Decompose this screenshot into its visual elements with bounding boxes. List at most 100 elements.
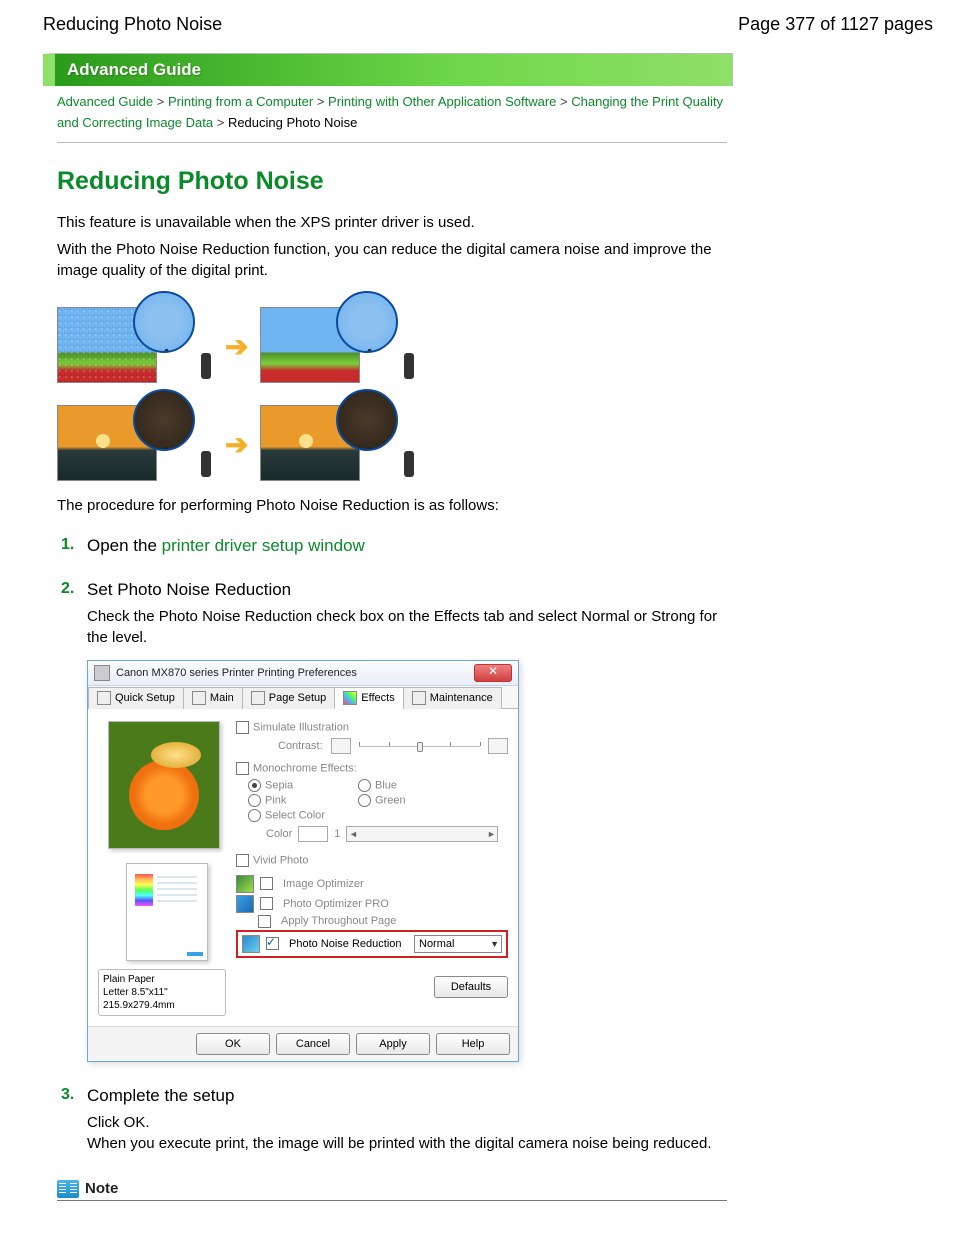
- apply-throughout-checkbox[interactable]: [258, 915, 271, 928]
- help-button[interactable]: Help: [436, 1033, 510, 1055]
- breadcrumb-sep: >: [560, 94, 568, 109]
- illustration-block: ➔ ➔: [57, 291, 727, 481]
- monochrome-effects-label: Monochrome Effects:: [253, 762, 357, 774]
- procedure-intro: The procedure for performing Photo Noise…: [57, 495, 727, 516]
- contrast-dark-icon: [331, 738, 351, 754]
- simulate-illustration-checkbox[interactable]: [236, 721, 249, 734]
- step-number: 3.: [61, 1086, 74, 1104]
- radio-green[interactable]: [358, 794, 371, 807]
- color-label: Color: [266, 828, 292, 840]
- paper-type: Plain Paper: [103, 973, 221, 986]
- illus-magnifier-icon: [336, 291, 398, 353]
- tab-page-setup[interactable]: Page Setup: [242, 687, 336, 709]
- arrow-icon: ➔: [225, 428, 248, 461]
- defaults-button[interactable]: Defaults: [434, 976, 508, 998]
- page-title: Reducing Photo Noise: [57, 167, 727, 196]
- radio-sepia[interactable]: [248, 779, 261, 792]
- illus-magnifier-icon: [133, 389, 195, 451]
- noise-level-value: Normal: [419, 938, 454, 950]
- note-label: Note: [85, 1180, 118, 1197]
- radio-blue[interactable]: [358, 779, 371, 792]
- tab-icon: [343, 691, 357, 705]
- paper-size: Letter 8.5"x11" 215.9x279.4mm: [103, 986, 221, 1012]
- breadcrumb-current: Reducing Photo Noise: [228, 115, 357, 130]
- image-optimizer-icon: [236, 875, 254, 893]
- intro-paragraph-2: With the Photo Noise Reduction function,…: [57, 239, 727, 281]
- intro-paragraph-1: This feature is unavailable when the XPS…: [57, 212, 727, 233]
- note-heading: Note: [57, 1178, 727, 1201]
- dialog-tabs: Quick Setup Main Page Setup Effects Main…: [88, 686, 518, 709]
- radio-pink-label: Pink: [265, 794, 286, 806]
- printer-driver-setup-link[interactable]: printer driver setup window: [162, 536, 365, 555]
- step-2: 2. Set Photo Noise Reduction Check the P…: [57, 580, 727, 1062]
- illus-handle-icon: [201, 451, 213, 481]
- tab-main[interactable]: Main: [183, 687, 243, 709]
- color-scrollbar[interactable]: ◄ ►: [346, 826, 498, 842]
- cancel-button[interactable]: Cancel: [276, 1033, 350, 1055]
- note-icon: [57, 1180, 79, 1198]
- printer-preferences-dialog: Canon MX870 series Printer Printing Pref…: [87, 660, 519, 1062]
- radio-sepia-label: Sepia: [265, 779, 293, 791]
- advanced-guide-banner: Advanced Guide: [43, 53, 733, 86]
- scroll-right-icon[interactable]: ►: [485, 829, 497, 839]
- ok-button[interactable]: OK: [196, 1033, 270, 1055]
- tab-icon: [412, 691, 426, 705]
- apply-button[interactable]: Apply: [356, 1033, 430, 1055]
- contrast-slider[interactable]: [359, 739, 480, 753]
- page-header-title: Reducing Photo Noise: [43, 14, 222, 35]
- illus-magnifier-icon: [336, 389, 398, 451]
- step-3-body-2: When you execute print, the image will b…: [87, 1133, 727, 1154]
- vivid-photo-checkbox[interactable]: [236, 854, 249, 867]
- tab-icon: [251, 691, 265, 705]
- tab-maintenance[interactable]: Maintenance: [403, 687, 502, 709]
- breadcrumb-link-printing-computer[interactable]: Printing from a Computer: [168, 94, 313, 109]
- photo-optimizer-checkbox[interactable]: [260, 897, 273, 910]
- photo-optimizer-icon: [236, 895, 254, 913]
- illus-handle-icon: [201, 353, 213, 383]
- illus-handle-icon: [404, 451, 416, 481]
- step-2-body: Check the Photo Noise Reduction check bo…: [87, 606, 727, 648]
- color-value: 1: [334, 828, 340, 840]
- scroll-left-icon[interactable]: ◄: [347, 829, 359, 839]
- step-1: 1. Open the printer driver setup window: [57, 536, 727, 556]
- radio-select-color[interactable]: [248, 809, 261, 822]
- preview-photo: [108, 721, 220, 849]
- color-swatch[interactable]: [298, 826, 328, 842]
- preview-page: [126, 863, 208, 961]
- illus-magnifier-icon: [133, 291, 195, 353]
- radio-green-label: Green: [375, 794, 406, 806]
- printer-icon: [94, 665, 110, 681]
- photo-noise-label: Photo Noise Reduction: [289, 938, 402, 950]
- step-2-title: Set Photo Noise Reduction: [87, 580, 727, 600]
- step-3: 3. Complete the setup Click OK. When you…: [57, 1086, 727, 1154]
- contrast-light-icon: [488, 738, 508, 754]
- step-1-prefix: Open the: [87, 536, 162, 555]
- vivid-photo-label: Vivid Photo: [253, 854, 308, 866]
- breadcrumb-sep: >: [157, 94, 165, 109]
- tab-icon: [97, 691, 111, 705]
- photo-optimizer-label: Photo Optimizer PRO: [283, 898, 389, 910]
- photo-noise-checkbox[interactable]: [266, 937, 279, 950]
- radio-pink[interactable]: [248, 794, 261, 807]
- monochrome-effects-checkbox[interactable]: [236, 762, 249, 775]
- breadcrumb: Advanced Guide > Printing from a Compute…: [57, 86, 727, 143]
- simulate-illustration-label: Simulate Illustration: [253, 721, 349, 733]
- page-header-count: Page 377 of 1127 pages: [738, 14, 933, 35]
- breadcrumb-link-printing-other-app[interactable]: Printing with Other Application Software: [328, 94, 556, 109]
- close-icon[interactable]: ✕: [474, 664, 512, 682]
- illus-handle-icon: [404, 353, 416, 383]
- image-optimizer-label: Image Optimizer: [283, 878, 364, 890]
- tab-quick-setup[interactable]: Quick Setup: [88, 687, 184, 709]
- noise-level-dropdown[interactable]: Normal ▼: [414, 935, 502, 953]
- paper-info: Plain Paper Letter 8.5"x11" 215.9x279.4m…: [98, 969, 226, 1016]
- breadcrumb-sep: >: [317, 94, 325, 109]
- radio-select-color-label: Select Color: [265, 809, 325, 821]
- contrast-label: Contrast:: [278, 740, 323, 752]
- breadcrumb-link-advanced-guide[interactable]: Advanced Guide: [57, 94, 153, 109]
- dialog-title: Canon MX870 series Printer Printing Pref…: [116, 667, 468, 679]
- breadcrumb-sep: >: [217, 115, 225, 130]
- image-optimizer-checkbox[interactable]: [260, 877, 273, 890]
- step-number: 2.: [61, 580, 74, 598]
- step-number: 1.: [61, 536, 74, 554]
- tab-effects[interactable]: Effects: [334, 687, 403, 709]
